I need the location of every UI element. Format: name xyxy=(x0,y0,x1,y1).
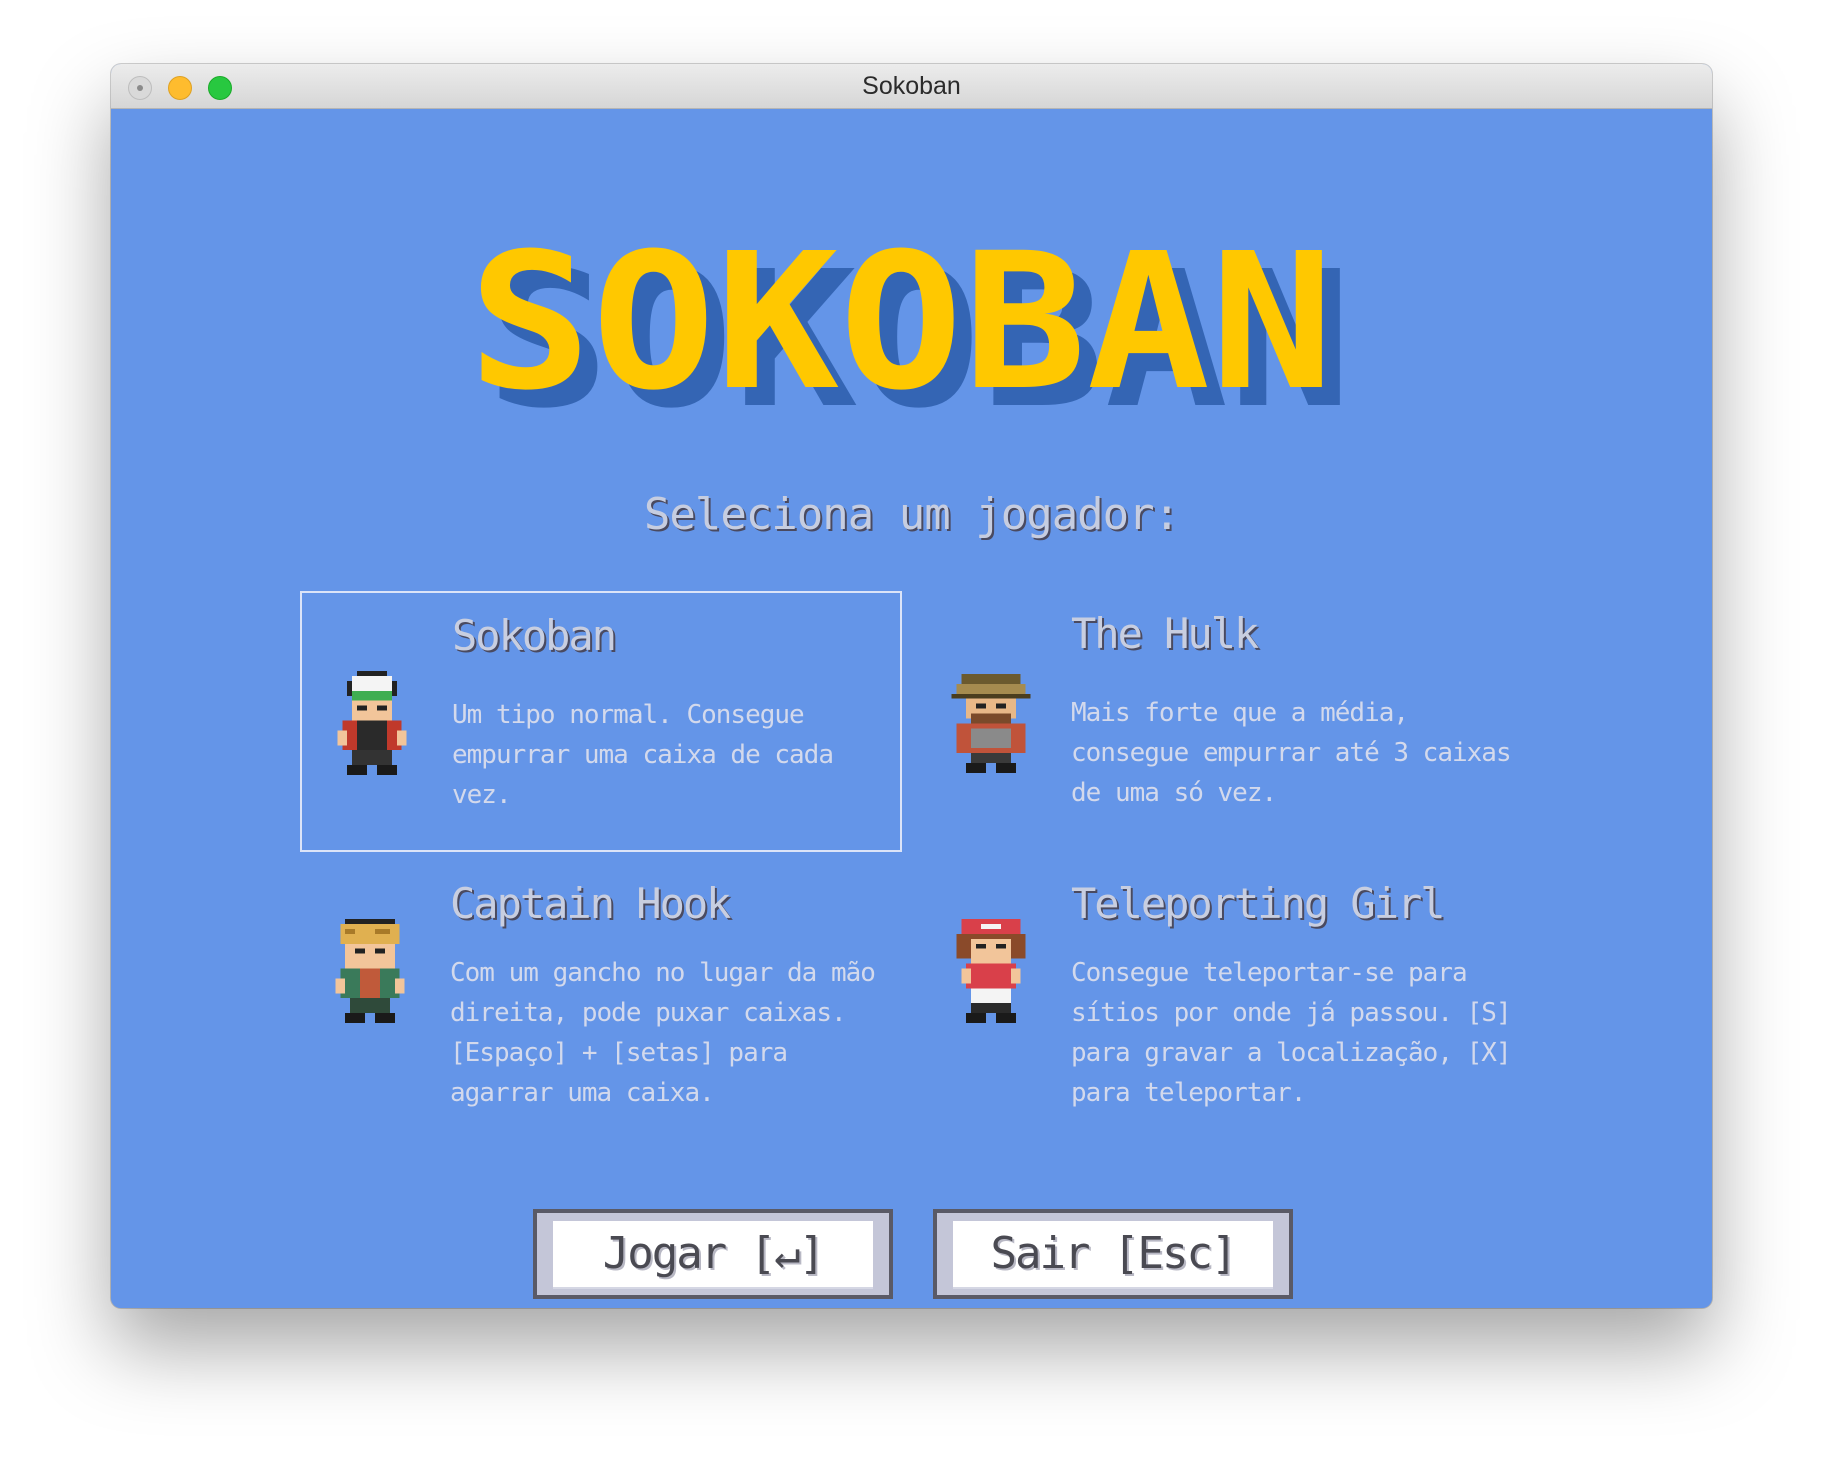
player-card-teleporting-girl[interactable]: Teleporting Girl Consegue teleportar-se … xyxy=(921,871,1523,1132)
play-button[interactable]: Jogar [↵] xyxy=(533,1209,893,1299)
boy-trainer-sprite xyxy=(337,671,407,775)
player-card-captain-hook[interactable]: Captain Hook Com um gancho no lugar da m… xyxy=(300,871,902,1132)
girl-trainer-sprite xyxy=(956,919,1026,1023)
player-select-screen: SOKOBAN SOKOBAN Seleciona um jogador: So… xyxy=(111,109,1712,1308)
select-player-prompt: Seleciona um jogador: xyxy=(643,489,1180,540)
game-window: Sokoban SOKOBAN SOKOBAN Seleciona um jog… xyxy=(111,64,1712,1308)
window-title: Sokoban xyxy=(862,72,961,100)
player-description: Mais forte que a média, consegue empurra… xyxy=(1071,698,1512,808)
player-description: Consegue teleportar-se para sítios por o… xyxy=(1071,958,1512,1108)
player-card-sokoban[interactable]: Sokoban Um tipo normal. Consegue empurra… xyxy=(300,591,902,852)
quit-button-label: Sair [Esc] xyxy=(953,1221,1273,1289)
player-name: The Hulk xyxy=(1071,609,1259,658)
player-description: Com um gancho no lugar da mão direita, p… xyxy=(450,958,876,1108)
player-name: Captain Hook xyxy=(450,879,731,928)
blond-trainer-sprite xyxy=(335,919,405,1023)
title-bar: Sokoban xyxy=(111,64,1712,109)
play-button-label: Jogar [↵] xyxy=(553,1221,873,1289)
player-description: Um tipo normal. Consegue empurrar uma ca… xyxy=(452,700,834,810)
quit-button[interactable]: Sair [Esc] xyxy=(933,1209,1293,1299)
player-card-the-hulk[interactable]: The Hulk Mais forte que a média, consegu… xyxy=(921,591,1523,852)
player-name: Teleporting Girl xyxy=(1071,879,1446,928)
logo-text: SOKOBAN xyxy=(468,237,1334,417)
hiker-sprite xyxy=(951,673,1031,773)
player-name: Sokoban xyxy=(452,611,617,660)
game-logo: SOKOBAN SOKOBAN xyxy=(468,237,1351,417)
